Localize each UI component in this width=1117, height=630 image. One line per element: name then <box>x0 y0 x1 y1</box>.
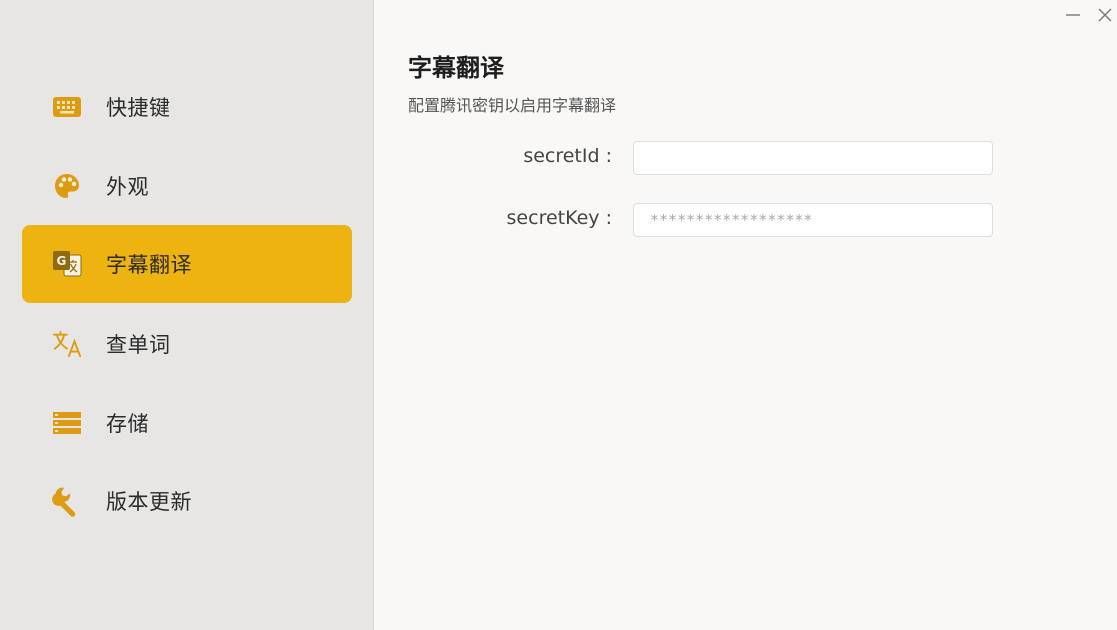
translate-icon <box>52 329 82 359</box>
sidebar-item-version-update[interactable]: 版本更新 <box>22 462 352 540</box>
main-panel: 字幕翻译 配置腾讯密钥以启用字幕翻译 secretId : secretKey … <box>374 0 1117 630</box>
palette-icon <box>52 171 82 201</box>
secret-key-label: secretKey : <box>506 207 612 229</box>
svg-text:G: G <box>57 254 67 268</box>
sidebar-item-subtitle-translation[interactable]: G 字幕翻译 <box>22 225 352 303</box>
close-icon <box>1096 6 1114 28</box>
sidebar-item-label: 版本更新 <box>106 490 192 514</box>
page-title: 字幕翻译 <box>408 54 504 82</box>
sidebar-item-label: 快捷键 <box>106 96 171 120</box>
google-translate-icon: G <box>52 249 82 279</box>
sidebar-item-appearance[interactable]: 外观 <box>22 147 352 225</box>
storage-icon <box>52 408 82 438</box>
secret-id-row: secretId : <box>374 141 1074 175</box>
sidebar: 快捷键 外观 G 字幕翻译 查单词 存储 版本更新 <box>0 0 374 630</box>
sidebar-item-label: 存储 <box>106 412 149 436</box>
close-button[interactable] <box>1094 6 1116 28</box>
page-subtitle: 配置腾讯密钥以启用字幕翻译 <box>408 96 617 115</box>
sidebar-item-storage[interactable]: 存储 <box>22 384 352 462</box>
sidebar-item-lookup-word[interactable]: 查单词 <box>22 305 352 383</box>
wrench-icon <box>52 486 82 517</box>
secret-id-label: secretId : <box>523 145 612 167</box>
secret-id-input[interactable] <box>633 141 993 175</box>
minimize-button[interactable] <box>1062 6 1084 28</box>
sidebar-item-label: 外观 <box>106 175 149 199</box>
sidebar-item-label: 查单词 <box>106 333 171 357</box>
keyboard-icon <box>52 92 82 122</box>
minimize-icon <box>1064 6 1082 28</box>
secret-key-row: secretKey : <box>374 203 1074 237</box>
sidebar-item-shortcuts[interactable]: 快捷键 <box>22 68 352 146</box>
secret-key-input[interactable] <box>633 203 993 237</box>
settings-window: 快捷键 外观 G 字幕翻译 查单词 存储 版本更新 字幕翻译 配置腾讯密钥以启用… <box>0 0 1117 630</box>
sidebar-item-label: 字幕翻译 <box>106 253 192 277</box>
